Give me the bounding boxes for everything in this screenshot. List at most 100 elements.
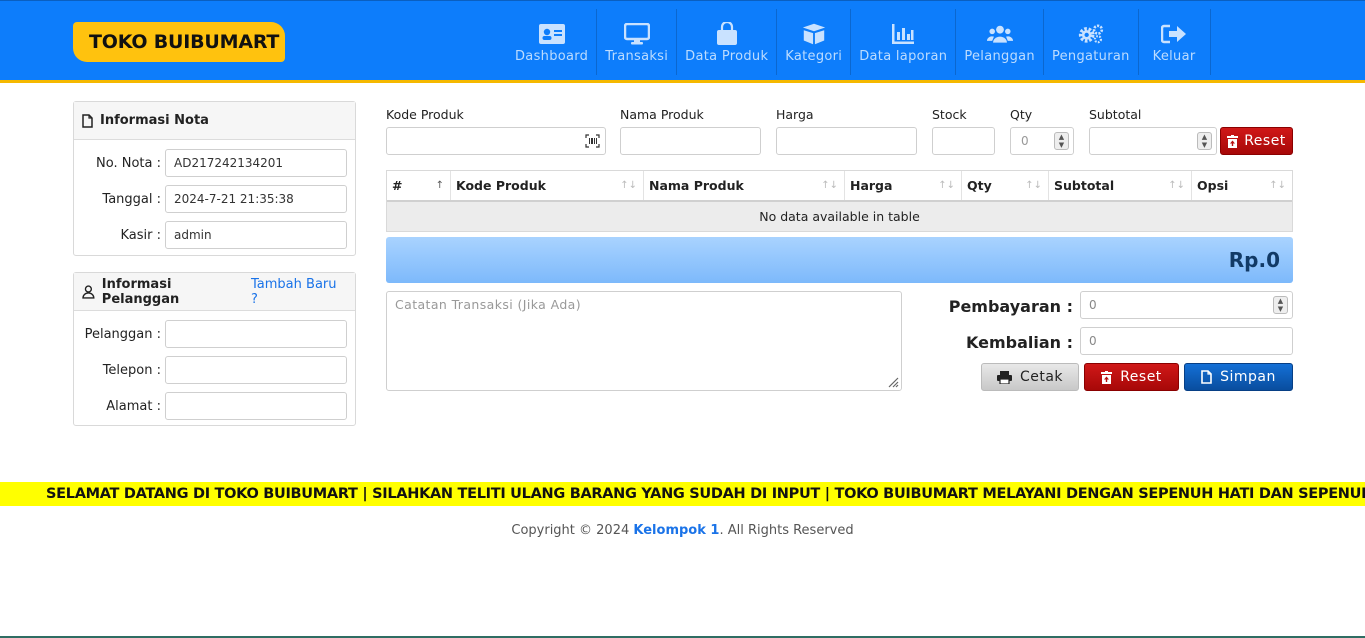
- footer-suffix: . All Rights Reserved: [719, 523, 854, 538]
- grand-total: Rp.0: [386, 237, 1293, 283]
- pelanggan-row: Pelanggan :: [74, 316, 355, 352]
- tambah-baru-link[interactable]: Tambah Baru ?: [251, 277, 346, 307]
- col-label: #: [392, 178, 403, 193]
- harga-label: Harga: [776, 107, 814, 122]
- col-nama-produk[interactable]: Nama Produk ↑↓: [644, 171, 845, 200]
- trash-icon: [1101, 370, 1113, 384]
- entry-reset-button[interactable]: Reset: [1220, 127, 1293, 155]
- no-nota-row: No. Nota : AD217242134201: [74, 145, 355, 181]
- nama-produk-input[interactable]: [620, 127, 761, 155]
- nav-label: Pelanggan: [964, 49, 1035, 64]
- col-number[interactable]: # ↑: [387, 171, 451, 200]
- brand-logo[interactable]: TOKO BUIBUMART: [73, 22, 285, 62]
- kode-produk-input[interactable]: [386, 127, 606, 155]
- qty-label: Qty: [1010, 107, 1033, 122]
- id-card-icon: [538, 23, 565, 45]
- telepon-label: Telepon :: [102, 362, 161, 378]
- file-icon: [1201, 370, 1212, 384]
- pelanggan-label: Pelanggan :: [84, 326, 161, 342]
- col-label: Harga: [850, 178, 893, 193]
- boxes-icon: [801, 23, 827, 45]
- telepon-row: Telepon :: [74, 352, 355, 388]
- sort-icon: ↑↓: [938, 180, 955, 191]
- nav-dashboard[interactable]: Dashboard: [507, 9, 598, 75]
- cetak-button[interactable]: Cetak: [981, 363, 1079, 391]
- col-kode-produk[interactable]: Kode Produk ↑↓: [451, 171, 644, 200]
- qty-value: 0: [1021, 134, 1029, 148]
- sign-out-icon: [1161, 23, 1187, 45]
- nav-data-laporan[interactable]: Data laporan: [851, 9, 957, 75]
- nav-pengaturan[interactable]: Pengaturan: [1044, 9, 1139, 75]
- nota-panel-title: Informasi Nota: [100, 113, 209, 128]
- notes-placeholder: Catatan Transaksi (Jika Ada): [395, 297, 581, 312]
- users-icon: [986, 23, 1013, 45]
- col-label: Kode Produk: [456, 178, 546, 193]
- marquee-text: SELAMAT DATANG DI TOKO BUIBUMART | SILAH…: [46, 486, 1365, 502]
- nav-label: Kategori: [785, 49, 843, 64]
- col-qty[interactable]: Qty ↑↓: [962, 171, 1049, 200]
- trash-icon: [1227, 134, 1239, 148]
- alamat-row: Alamat :: [74, 388, 355, 424]
- nav-label: Data laporan: [859, 49, 948, 64]
- nota-panel: Informasi Nota No. Nota : AD217242134201…: [73, 101, 356, 256]
- pelanggan-panel-header: Informasi Pelanggan Tambah Baru ?: [74, 273, 355, 311]
- no-nota-label: No. Nota :: [96, 155, 161, 171]
- announcement-marquee: SELAMAT DATANG DI TOKO BUIBUMART | SILAH…: [0, 482, 1365, 506]
- alamat-field[interactable]: [165, 392, 347, 420]
- col-label: Qty: [967, 178, 992, 193]
- telepon-field[interactable]: [165, 356, 347, 384]
- barcode-icon: [585, 134, 600, 148]
- tanggal-field[interactable]: 2024-7-21 21:35:38: [165, 185, 347, 213]
- nav-label: Dashboard: [515, 49, 589, 64]
- reset-label: Reset: [1120, 369, 1162, 385]
- resize-grip-icon[interactable]: [887, 376, 899, 388]
- col-label: Nama Produk: [649, 178, 744, 193]
- sort-icon: ↑↓: [1168, 180, 1185, 191]
- sort-icon: ↑↓: [1269, 180, 1286, 191]
- subtotal-spinner[interactable]: ▲ ▼: [1197, 132, 1212, 150]
- kasir-field[interactable]: admin: [165, 221, 347, 249]
- pelanggan-field[interactable]: [165, 320, 347, 348]
- kembalian-input[interactable]: 0: [1080, 327, 1293, 355]
- cetak-label: Cetak: [1019, 369, 1064, 385]
- alamat-label: Alamat :: [106, 398, 161, 414]
- nav-data-produk[interactable]: Data Produk: [677, 9, 778, 75]
- col-harga[interactable]: Harga ↑↓: [845, 171, 962, 200]
- pembayaran-value: 0: [1089, 298, 1097, 312]
- nav-pelanggan[interactable]: Pelanggan: [956, 9, 1044, 75]
- nav-kategori[interactable]: Kategori: [777, 9, 852, 75]
- qty-input[interactable]: 0 ▲ ▼: [1010, 127, 1074, 155]
- col-subtotal[interactable]: Subtotal ↑↓: [1049, 171, 1192, 200]
- kode-produk-label: Kode Produk: [386, 107, 464, 122]
- subtotal-label: Subtotal: [1089, 107, 1142, 122]
- footer-prefix: Copyright © 2024: [511, 523, 634, 538]
- pembayaran-spinner[interactable]: ▲ ▼: [1273, 296, 1288, 314]
- tanggal-label: Tanggal :: [102, 191, 161, 207]
- no-nota-field[interactable]: AD217242134201: [165, 149, 347, 177]
- stock-input[interactable]: [932, 127, 995, 155]
- nav-label: Keluar: [1152, 49, 1196, 64]
- notes-textarea[interactable]: Catatan Transaksi (Jika Ada): [386, 291, 902, 391]
- main-nav: Dashboard Transaksi Data Produk Kategori…: [507, 9, 1211, 75]
- kasir-label: Kasir :: [120, 227, 161, 243]
- col-opsi[interactable]: Opsi ↑↓: [1192, 171, 1292, 200]
- nav-label: Data Produk: [685, 49, 769, 64]
- nav-transaksi[interactable]: Transaksi: [597, 9, 678, 75]
- printer-icon: [996, 370, 1012, 384]
- gears-icon: [1078, 23, 1104, 45]
- top-navbar: TOKO BUIBUMART Dashboard Transaksi Data …: [0, 0, 1365, 83]
- subtotal-input[interactable]: ▲ ▼: [1089, 127, 1217, 155]
- harga-input[interactable]: [776, 127, 917, 155]
- nav-keluar[interactable]: Keluar: [1139, 9, 1211, 75]
- col-label: Subtotal: [1054, 178, 1115, 193]
- pembayaran-input[interactable]: 0 ▲ ▼: [1080, 291, 1293, 319]
- sort-icon: ↑↓: [1025, 180, 1042, 191]
- qty-spinner[interactable]: ▲ ▼: [1054, 132, 1069, 150]
- reset-button[interactable]: Reset: [1084, 363, 1179, 391]
- simpan-button[interactable]: Simpan: [1184, 363, 1293, 391]
- sort-icon: ↑↓: [821, 180, 838, 191]
- footer-team-link[interactable]: Kelompok 1: [633, 523, 719, 538]
- pembayaran-label: Pembayaran :: [948, 297, 1073, 316]
- pelanggan-panel-title: Informasi Pelanggan: [101, 276, 180, 307]
- kembalian-label: Kembalian :: [965, 333, 1073, 352]
